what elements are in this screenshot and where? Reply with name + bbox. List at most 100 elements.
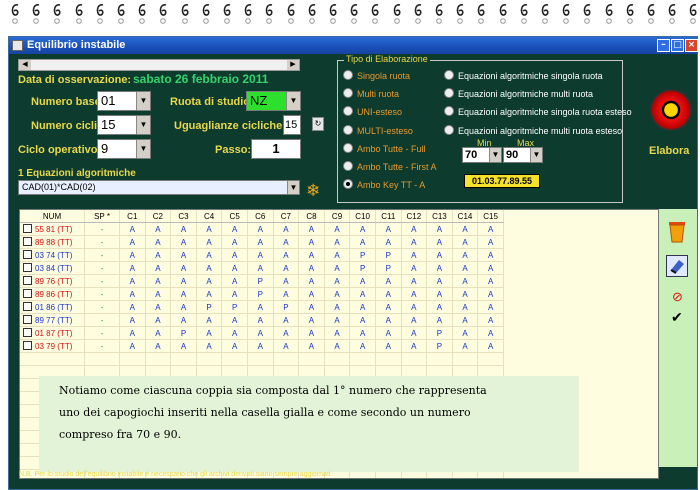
column-header[interactable]: NUM — [20, 210, 85, 223]
radio-dot-icon[interactable] — [444, 70, 454, 80]
num-cell[interactable]: 89 76 (TT) — [20, 274, 85, 288]
column-header[interactable]: C10 — [349, 210, 376, 223]
row-checkbox[interactable] — [23, 237, 32, 246]
radio-equazioni-3[interactable]: Equazioni algoritmiche singola ruota est… — [444, 106, 632, 117]
row-checkbox[interactable] — [23, 328, 32, 337]
radio-ambo-tutte-full[interactable]: Ambo Tutte - Full — [343, 142, 426, 154]
minimize-button[interactable]: – — [657, 39, 670, 52]
chevron-down-icon[interactable]: ▼ — [530, 148, 542, 162]
num-cell[interactable]: 89 86 (TT) — [20, 287, 85, 301]
row-checkbox[interactable] — [23, 289, 32, 298]
stop-icon[interactable]: ⊘ — [672, 290, 683, 303]
column-header[interactable]: C7 — [273, 210, 300, 223]
trash-icon[interactable] — [667, 219, 687, 243]
table-row[interactable]: 55 81 (TT) - A A A A A A A A A A A A A A A — [20, 222, 504, 236]
radio-singola-ruota[interactable]: Singola ruota — [343, 70, 410, 81]
column-header[interactable]: C14 — [452, 210, 479, 223]
radio-dot-icon[interactable] — [444, 88, 454, 99]
close-button[interactable]: × — [685, 39, 698, 52]
table-row[interactable]: 01 87 (TT) - A A P A A A A A A A A A P A A — [20, 326, 504, 340]
column-header[interactable]: C15 — [477, 210, 504, 223]
column-header[interactable]: C13 — [426, 210, 453, 223]
radio-dot-icon[interactable] — [343, 88, 353, 99]
table-row[interactable]: 89 88 (TT) - A A A A A A A A A A A A A A A — [20, 235, 504, 249]
column-header[interactable]: C6 — [247, 210, 274, 223]
refresh-icon[interactable]: ↻ — [312, 117, 324, 131]
chevron-down-icon[interactable]: ▼ — [136, 140, 150, 158]
scroll-left-icon[interactable]: ◀ — [19, 60, 31, 70]
radio-multi-esteso[interactable]: MULTI-esteso — [343, 124, 413, 136]
row-checkbox[interactable] — [23, 263, 32, 272]
column-header[interactable]: C5 — [221, 210, 248, 223]
snowflake-icon[interactable]: ❄ — [306, 182, 320, 199]
radio-dot-icon[interactable] — [343, 142, 353, 153]
radio-multi-ruota[interactable]: Multi ruota — [343, 88, 399, 99]
num-cell[interactable]: 89 77 (TT) — [20, 313, 85, 327]
num-cell[interactable]: 01 86 (TT) — [20, 300, 85, 314]
radio-equazioni-4[interactable]: Equazioni algoritmiche multi ruota estes… — [444, 124, 622, 136]
max-select[interactable]: 90 ▼ — [503, 147, 543, 163]
numero-cicli-select[interactable]: 15 ▼ — [97, 115, 151, 135]
date-scrollbar[interactable]: ◀ ▶ — [18, 59, 300, 71]
equazione-select[interactable]: CAD(01)*CAD(02) ▼ — [18, 180, 300, 195]
maximize-button[interactable]: □ — [671, 39, 684, 52]
radio-dot-icon[interactable] — [343, 70, 353, 80]
radio-dot-icon[interactable] — [343, 124, 353, 135]
eraser-icon[interactable] — [666, 255, 688, 277]
table-row[interactable]: 03 79 (TT) - A A A A A A A A A A A A P A A — [20, 339, 504, 353]
column-header[interactable]: C8 — [298, 210, 325, 223]
numero-base-select[interactable]: 01 ▼ — [97, 91, 151, 111]
ciclo-select[interactable]: 9 ▼ — [97, 139, 151, 159]
passo-input[interactable]: 1 — [251, 139, 301, 159]
table-row[interactable]: 89 86 (TT) - A A A A A P A A A A A A A A A — [20, 287, 504, 301]
min-select[interactable]: 70 ▼ — [462, 147, 502, 163]
num-cell[interactable]: 01 87 (TT) — [20, 326, 85, 340]
table-row[interactable]: 89 77 (TT) - A A A A A A A A A A A A A A A — [20, 313, 504, 327]
num-cell[interactable]: 89 88 (TT) — [20, 235, 85, 249]
table-row[interactable]: 89 76 (TT) - A A A A A P A A A A A A A A A — [20, 274, 504, 288]
uguaglianze-input[interactable]: 15 — [283, 115, 301, 135]
radio-equazioni-1[interactable]: Equazioni algoritmiche singola ruota — [444, 70, 603, 81]
ruota-select[interactable]: NZ ▼ — [246, 91, 301, 111]
radio-dot-icon[interactable] — [444, 106, 454, 117]
target-icon[interactable] — [650, 89, 692, 131]
check-icon[interactable]: ✔ — [671, 310, 683, 324]
chevron-down-icon[interactable]: ▼ — [287, 181, 299, 194]
scroll-right-icon[interactable]: ▶ — [287, 60, 299, 70]
row-checkbox[interactable] — [23, 341, 32, 350]
table-row[interactable]: 03 74 (TT) - A A A A A A A A A P P A A A A — [20, 248, 504, 262]
row-checkbox[interactable] — [23, 315, 32, 324]
radio-ambo-tutte-first-a[interactable]: Ambo Tutte - First A — [343, 161, 437, 172]
chevron-down-icon[interactable]: ▼ — [286, 92, 300, 110]
column-header[interactable]: C12 — [401, 210, 428, 223]
num-cell[interactable]: 55 81 (TT) — [20, 222, 85, 236]
elabora-button-label[interactable]: Elabora — [649, 145, 689, 157]
radio-dot-icon[interactable] — [444, 124, 454, 135]
row-checkbox[interactable] — [23, 250, 32, 259]
chevron-down-icon[interactable]: ▼ — [136, 116, 150, 134]
radio-dot-icon[interactable] — [343, 106, 353, 117]
column-header[interactable]: C11 — [375, 210, 402, 223]
row-checkbox[interactable] — [23, 224, 32, 233]
key-numbers-box[interactable]: 01.03.77.89.55 — [464, 174, 540, 188]
radio-equazioni-2[interactable]: Equazioni algoritmiche multi ruota — [444, 88, 593, 99]
chevron-down-icon[interactable]: ▼ — [136, 92, 150, 110]
column-header[interactable]: C1 — [119, 210, 146, 223]
chevron-down-icon[interactable]: ▼ — [489, 148, 501, 162]
table-row[interactable]: 03 84 (TT) - A A A A A A A A A P P A A A A — [20, 261, 504, 275]
column-header[interactable]: SP * — [84, 210, 120, 223]
table-row[interactable]: 01 86 (TT) - A A A P P A P A A A A A A A A — [20, 300, 504, 314]
radio-uni-esteso[interactable]: UNI-esteso — [343, 106, 402, 117]
radio-dot-icon[interactable] — [343, 179, 353, 190]
column-header[interactable]: C2 — [145, 210, 172, 223]
row-checkbox[interactable] — [23, 276, 32, 285]
column-header[interactable]: C4 — [196, 210, 223, 223]
column-header[interactable]: C3 — [170, 210, 197, 223]
row-checkbox[interactable] — [23, 302, 32, 311]
radio-ambo-key-tt-a[interactable]: Ambo Key TT - A — [343, 179, 425, 190]
num-cell[interactable]: 03 74 (TT) — [20, 248, 85, 262]
num-cell[interactable] — [20, 352, 85, 366]
num-cell[interactable]: 03 79 (TT) — [20, 339, 85, 353]
num-cell[interactable]: 03 84 (TT) — [20, 261, 85, 275]
column-header[interactable]: C9 — [324, 210, 351, 223]
